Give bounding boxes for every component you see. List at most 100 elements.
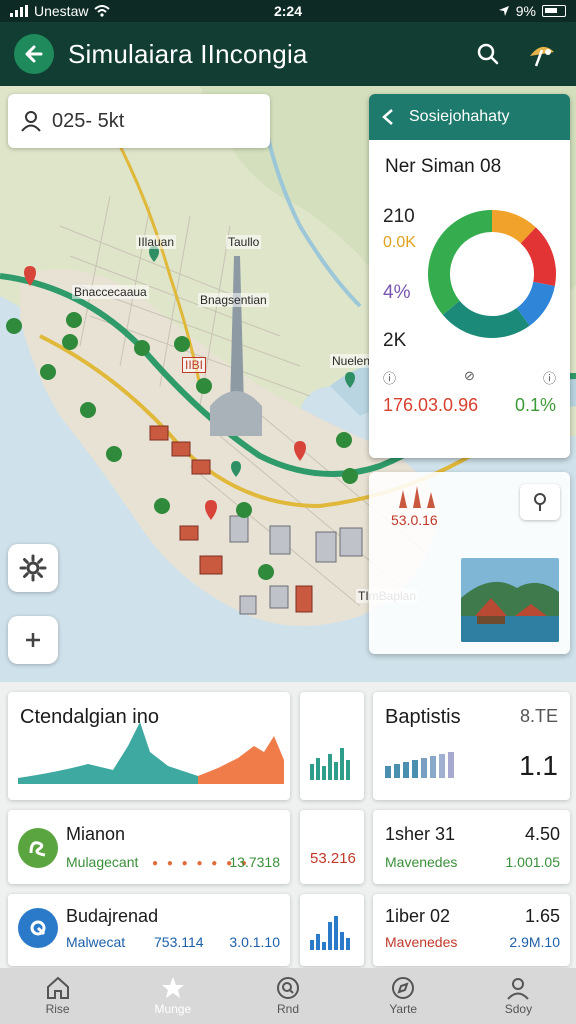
- mini-bar-chart-2: [310, 916, 350, 950]
- nav-label: Munge: [154, 1002, 192, 1016]
- schedule-card-2[interactable]: 1iber 02 1.65 Mavenedes 2.9M.10: [373, 894, 570, 966]
- route-sub-value: 13.7318: [229, 854, 280, 870]
- schedule-value: 4.50: [524, 824, 560, 844]
- baptistis-bar-chart: [385, 752, 454, 778]
- mini-chart-card-2[interactable]: [300, 894, 364, 966]
- stats-panel: Sosiejohahaty Ner Siman 08 210 0.0K 4% 2…: [369, 94, 570, 458]
- map-label[interactable]: Bnaccecaaua: [72, 285, 149, 299]
- donut-segment-green[interactable]: [428, 210, 493, 315]
- schedule-card-1[interactable]: 1sher 31 4.50 Mavenedes 1.001.05: [373, 810, 570, 884]
- status-bar: Unestaw 2:24 9%: [0, 0, 576, 22]
- nav-label: Sdoy: [504, 1002, 533, 1016]
- nav-label: Rise: [45, 1002, 70, 1016]
- location-arrow-icon: [498, 6, 509, 16]
- route-icon: [18, 828, 58, 868]
- route-subtitle: Mulagecant: [66, 854, 139, 870]
- settings-button[interactable]: [8, 544, 58, 592]
- schedule-value: 1.65: [524, 906, 560, 926]
- user-icon: [507, 978, 530, 1000]
- stats-chart: 210 0.0K 4% 2K: [369, 184, 570, 360]
- map-label[interactable]: Nuelen: [330, 354, 373, 368]
- chevron-left-icon[interactable]: [381, 108, 395, 126]
- nav-item-rise[interactable]: Rise: [0, 968, 115, 1024]
- baptistis-badge: 8.TE: [519, 706, 558, 726]
- stat-value: 210: [383, 206, 415, 227]
- route-title: Mianon: [66, 824, 126, 844]
- footer-right-value: 0.1%: [514, 395, 556, 415]
- user-search-icon: [21, 111, 41, 132]
- elevation-card[interactable]: Ctendalgian ino: [8, 692, 290, 800]
- zoom-in-button[interactable]: [8, 616, 58, 664]
- wifi-icon: [94, 5, 111, 17]
- pin-star-icon: [161, 977, 184, 998]
- signal-icon: [10, 5, 28, 17]
- donut-segment-teal[interactable]: [442, 300, 530, 338]
- map-label[interactable]: IIlauan: [136, 235, 177, 249]
- home-icon: [46, 976, 69, 999]
- stats-footer: 176.03.0.96 0.1%: [369, 387, 570, 416]
- route-icon: [18, 908, 58, 948]
- landmark-icon: [399, 486, 435, 508]
- stat-value: 4%: [383, 282, 411, 303]
- schedule-sub-value: 1.001.05: [505, 854, 561, 870]
- schedule-title: 1sher 31: [385, 824, 456, 844]
- battery-icon: [542, 5, 566, 17]
- route-subtitle: Malwecat: [66, 934, 126, 950]
- map-label[interactable]: IIBI: [182, 357, 207, 373]
- nav-label: Yarte: [389, 1002, 418, 1016]
- schedule-sub-value: 2.9M.10: [509, 934, 560, 950]
- donut-segment-orange[interactable]: [491, 210, 536, 244]
- nav-item-munge[interactable]: Munge: [115, 968, 230, 1024]
- schedule-title: 1iber 02: [385, 906, 451, 926]
- stats-panel-header: Sosiejohahaty: [369, 94, 570, 140]
- route-card-1[interactable]: Mianon Mulagecant ● ● ● ● ● ● ● 13.7318: [8, 810, 290, 884]
- clock-icon[interactable]: ⊘: [464, 368, 475, 387]
- baptistis-card[interactable]: Baptistis 8.TE 1.1: [373, 692, 570, 800]
- clock: 2:24: [273, 3, 303, 19]
- poi-label: 53.0.16: [391, 512, 438, 528]
- app-bar: Simulaiara IIncongia: [0, 22, 576, 86]
- route-tail-value: 3.0.1.10: [229, 934, 280, 950]
- donut-segment-blue[interactable]: [516, 281, 555, 326]
- route-sub-value: 753.114: [154, 934, 204, 950]
- compass-icon: [392, 977, 415, 999]
- mid-value: 53.216: [310, 850, 356, 867]
- nav-item-sdoy[interactable]: Sdoy: [461, 968, 576, 1024]
- info-icon[interactable]: ⓘ: [383, 368, 396, 387]
- mini-bar-chart: [310, 748, 350, 780]
- search-input[interactable]: [52, 109, 242, 133]
- elevation-sparkline: [18, 722, 284, 784]
- nav-item-rnd[interactable]: Rnd: [230, 968, 345, 1024]
- poi-photo: [461, 558, 559, 642]
- search-button[interactable]: [468, 34, 508, 74]
- poi-card[interactable]: 53.0.16: [369, 472, 570, 654]
- stats-icons-row: ⓘ ⊘ ⓘ: [369, 360, 570, 387]
- donut-chart[interactable]: [427, 206, 557, 342]
- carrier-name: Unestaw: [34, 3, 89, 19]
- app-title: Simulaiara IIncongia: [68, 38, 308, 69]
- mini-chart-card[interactable]: [300, 692, 364, 800]
- profile-button[interactable]: [522, 34, 562, 74]
- back-button[interactable]: [14, 34, 54, 74]
- plus-icon: [26, 633, 40, 647]
- gear-icon: [19, 554, 47, 582]
- map-label[interactable]: Bnagsentian: [198, 293, 269, 307]
- route-card-2[interactable]: Budajrenad Malwecat 753.114 3.0.1.10: [8, 894, 290, 966]
- nav-item-yarte[interactable]: Yarte: [346, 968, 461, 1024]
- stat-value: 0.0K: [383, 234, 416, 251]
- nav-label: Rnd: [277, 1002, 300, 1016]
- search-icon: [477, 43, 499, 65]
- arrow-left-icon: [25, 45, 43, 63]
- map-label[interactable]: Taullo: [226, 235, 262, 249]
- alert-icon[interactable]: ⓘ: [543, 368, 556, 387]
- schedule-subtitle: Mavenedes: [385, 854, 458, 870]
- umbrella-pin-icon: [530, 46, 554, 67]
- search-box[interactable]: [8, 94, 270, 148]
- mid-value-card-1[interactable]: 53.216: [300, 810, 364, 884]
- stats-subtitle: Ner Siman 08: [385, 156, 502, 177]
- bottom-nav: Rise Munge Rnd Yarte Sdoy: [0, 968, 576, 1024]
- search-circle-icon: [277, 977, 299, 999]
- donut-segment-red[interactable]: [520, 227, 556, 286]
- battery-percent: 9%: [515, 3, 536, 19]
- location-button[interactable]: [520, 484, 560, 520]
